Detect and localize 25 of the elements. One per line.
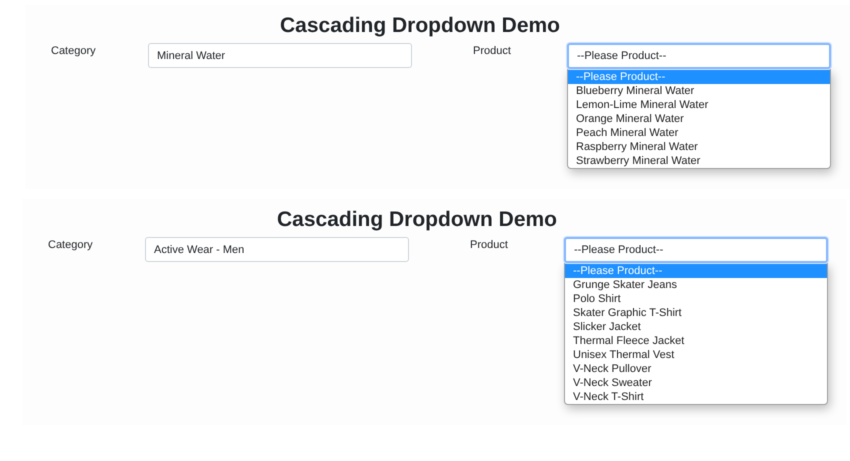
dropdown-option[interactable]: Strawberry Mineral Water bbox=[568, 154, 830, 168]
dropdown-option[interactable]: Slicker Jacket bbox=[565, 320, 827, 334]
category-label: Category bbox=[51, 44, 97, 57]
product-select[interactable]: --Please Product-- bbox=[564, 237, 828, 263]
dropdown-option[interactable]: Orange Mineral Water bbox=[568, 112, 830, 126]
dropdown-option[interactable]: V-Neck T-Shirt bbox=[565, 390, 827, 404]
dropdown-option[interactable]: Polo Shirt bbox=[565, 292, 827, 306]
dropdown-option[interactable]: Grunge Skater Jeans bbox=[565, 278, 827, 292]
category-field[interactable]: Active Wear - Men bbox=[145, 237, 409, 262]
dropdown-option[interactable]: Raspberry Mineral Water bbox=[568, 140, 830, 154]
category-field[interactable]: Mineral Water bbox=[148, 43, 412, 68]
product-label: Product bbox=[470, 238, 509, 251]
page-title: Cascading Dropdown Demo bbox=[276, 207, 558, 233]
dropdown-option[interactable]: Peach Mineral Water bbox=[568, 126, 830, 140]
product-select[interactable]: --Please Product-- bbox=[567, 43, 831, 69]
page-title: Cascading Dropdown Demo bbox=[278, 13, 562, 39]
dropdown-option[interactable]: Blueberry Mineral Water bbox=[568, 84, 830, 98]
dropdown-option[interactable]: Unisex Thermal Vest bbox=[565, 348, 827, 362]
dropdown-option[interactable]: V-Neck Pullover bbox=[565, 362, 827, 376]
dropdown-option[interactable]: Thermal Fleece Jacket bbox=[565, 334, 827, 348]
dropdown-option[interactable]: Lemon-Lime Mineral Water bbox=[568, 98, 830, 112]
dropdown-option[interactable]: Skater Graphic T-Shirt bbox=[565, 306, 827, 320]
product-label: Product bbox=[473, 44, 512, 57]
dropdown-option[interactable]: V-Neck Sweater bbox=[565, 376, 827, 390]
category-label: Category bbox=[48, 238, 94, 251]
